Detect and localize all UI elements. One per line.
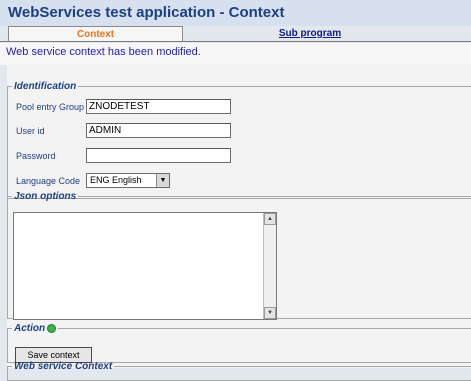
identification-legend: Identification — [14, 81, 77, 92]
pool-entry-group-label: Pool entry Group — [16, 102, 85, 112]
tab-divider — [0, 41, 471, 42]
tab-sub-program[interactable]: Sub program — [190, 26, 430, 42]
json-options-scrollbar[interactable]: ▲ ▼ — [263, 213, 276, 319]
status-message: Web service context has been modified. — [0, 43, 471, 65]
json-options-legend: Json options — [14, 191, 77, 202]
language-code-select[interactable]: ENG English ▼ — [86, 173, 170, 188]
app-title: WebServices test application - Context — [0, 0, 471, 26]
identification-group: Identification Pool entry Group ZNODETES… — [7, 81, 471, 199]
scroll-down-icon[interactable]: ▼ — [264, 307, 276, 319]
chevron-down-icon[interactable]: ▼ — [156, 174, 169, 187]
json-options-textarea[interactable]: ▲ ▼ — [13, 212, 277, 320]
web-service-context-group: Web service Context — [7, 361, 471, 381]
user-id-label: User id — [16, 126, 45, 136]
json-options-group: Json options ▲ ▼ — [7, 191, 471, 320]
action-group: Action Save context — [7, 323, 471, 363]
pool-entry-group-input[interactable]: ZNODETEST — [86, 99, 231, 114]
tab-context[interactable]: Context — [8, 26, 183, 42]
action-legend-text: Action — [14, 323, 46, 334]
password-input[interactable] — [86, 148, 231, 163]
context-panel: Identification Pool entry Group ZNODETES… — [7, 65, 471, 381]
action-legend: Action — [12, 323, 58, 334]
password-label: Password — [16, 151, 56, 161]
help-icon[interactable] — [47, 323, 57, 333]
scroll-up-icon[interactable]: ▲ — [264, 213, 276, 225]
language-code-value: ENG English — [90, 175, 142, 185]
user-id-input[interactable]: ADMIN — [86, 123, 231, 138]
web-service-context-legend: Web service Context — [14, 361, 113, 372]
tab-bar: Context Sub program — [0, 26, 471, 42]
language-code-label: Language Code — [16, 176, 81, 186]
